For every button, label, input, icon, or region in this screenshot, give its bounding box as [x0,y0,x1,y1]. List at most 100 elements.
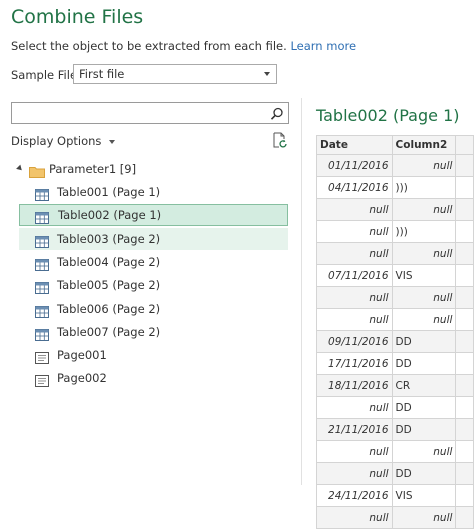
table-cell: 18/11/2016 [316,374,393,397]
panel-divider [301,98,302,485]
table-cell: 21/11/2016 [316,418,393,441]
table-cell: DD [391,462,457,485]
table-cell: VIS [391,264,457,287]
dialog-subtitle: Select the object to be extracted from e… [11,39,356,53]
table-cell [455,198,474,221]
table-cell: 04/11/2016 [316,176,393,199]
table-cell: VIS [391,484,457,507]
table-cell: null [391,198,457,221]
table-row: null null [316,286,474,309]
table-row: 09/11/2016 DD [316,330,474,353]
refresh-icon[interactable] [272,132,288,153]
sample-file-label: Sample File: [11,68,81,82]
tree-item[interactable]: Table001 (Page 1) [19,181,288,203]
table-cell: null [391,308,457,331]
chevron-down-icon [109,139,116,144]
table-row: null DD [316,396,474,419]
table-cell [455,308,474,331]
search-input[interactable] [11,102,289,124]
table-cell [455,330,474,353]
column-header[interactable]: Column2 [391,135,457,155]
sample-file-select[interactable]: First file [73,64,277,84]
tree-item-label: Table003 (Page 2) [57,231,161,246]
table-row: null null [316,198,474,221]
display-options-label: Display Options [11,134,102,148]
table-cell: DD [391,352,457,375]
table-row: 01/11/2016 null [316,154,474,177]
table-cell: 07/11/2016 [316,264,393,287]
table-row: 24/11/2016 VIS [316,484,474,507]
search-icon[interactable] [270,106,284,125]
table-cell: null [316,198,393,221]
table-cell: 09/11/2016 [316,330,393,353]
table-row: 21/11/2016 DD [316,418,474,441]
tree-item[interactable]: Table002 (Page 1) [19,204,288,227]
table-cell: CR [391,374,457,397]
display-options-dropdown[interactable]: Display Options [11,134,116,148]
column-header[interactable]: Date [316,135,393,155]
table-row: 04/11/2016))) [316,176,474,199]
tree-item[interactable]: Table003 (Page 2) [19,227,288,250]
table-row: null null [316,308,474,331]
tree-item-label: Table006 (Page 2) [57,301,161,316]
table-cell: DD [391,396,457,419]
subtitle-text: Select the object to be extracted from e… [11,39,287,53]
table-row: null DD [316,462,474,485]
table-cell: null [316,440,393,463]
table-cell: ))) [391,176,457,199]
page-icon [35,372,49,394]
table-cell [455,154,474,177]
tree-item-label: Page002 [57,371,107,386]
table-cell: DD [391,418,457,441]
table-cell: null [391,440,457,463]
table-cell: 17/11/2016 [316,352,393,375]
table-cell [455,352,474,375]
table-cell [455,220,474,243]
chevron-down-icon [264,72,270,76]
table-cell: null [316,396,393,419]
expand-triangle-icon[interactable] [16,164,24,173]
table-cell: null [316,506,393,529]
preview-title: Table002 (Page 1) [316,106,460,125]
dialog-title: Combine Files [11,6,144,28]
table-cell: 01/11/2016 [316,154,393,177]
table-cell [455,484,474,507]
table-row: null null [316,506,474,529]
table-cell: 24/11/2016 [316,484,393,507]
table-cell: ))) [391,220,457,243]
learn-more-link[interactable]: Learn more [290,39,356,53]
table-row: 17/11/2016 DD [316,352,474,375]
tree-item-label: Page001 [57,348,107,363]
table-cell: null [316,220,393,243]
table-row: null))) [316,220,474,243]
table-cell: DD [391,330,457,353]
tree-item[interactable]: Table004 (Page 2) [19,251,288,273]
table-cell [455,396,474,419]
table-cell [455,506,474,529]
table-cell [455,374,474,397]
tree-item-label: Table002 (Page 1) [58,208,162,223]
tree-item[interactable]: Table007 (Page 2) [19,321,288,343]
table-cell: null [391,154,457,177]
preview-table: Date Column2 01/11/2016 null 04/11/2016))) n… [316,135,474,529]
table-cell: null [316,242,393,265]
table-cell: null [316,308,393,331]
tree-item[interactable]: Page001 [19,344,288,366]
table-row: 18/11/2016 CR [316,374,474,397]
table-cell [455,286,474,309]
table-cell [455,264,474,287]
sample-file-value: First file [79,67,125,81]
tree-item-label: Table005 (Page 2) [57,278,161,293]
tree-folder-label: Parameter1 [9] [49,162,137,176]
table-cell: null [391,242,457,265]
table-row: null null [316,242,474,265]
table-cell: null [391,286,457,309]
tree-item[interactable]: Table005 (Page 2) [19,274,288,296]
table-cell: null [391,506,457,529]
table-cell [455,242,474,265]
tree-item[interactable]: Table006 (Page 2) [19,298,288,320]
table-row: null null [316,440,474,463]
tree-item[interactable]: Page002 [19,367,288,389]
tree-item-label: Table007 (Page 2) [57,324,161,339]
column-header[interactable] [455,135,474,155]
